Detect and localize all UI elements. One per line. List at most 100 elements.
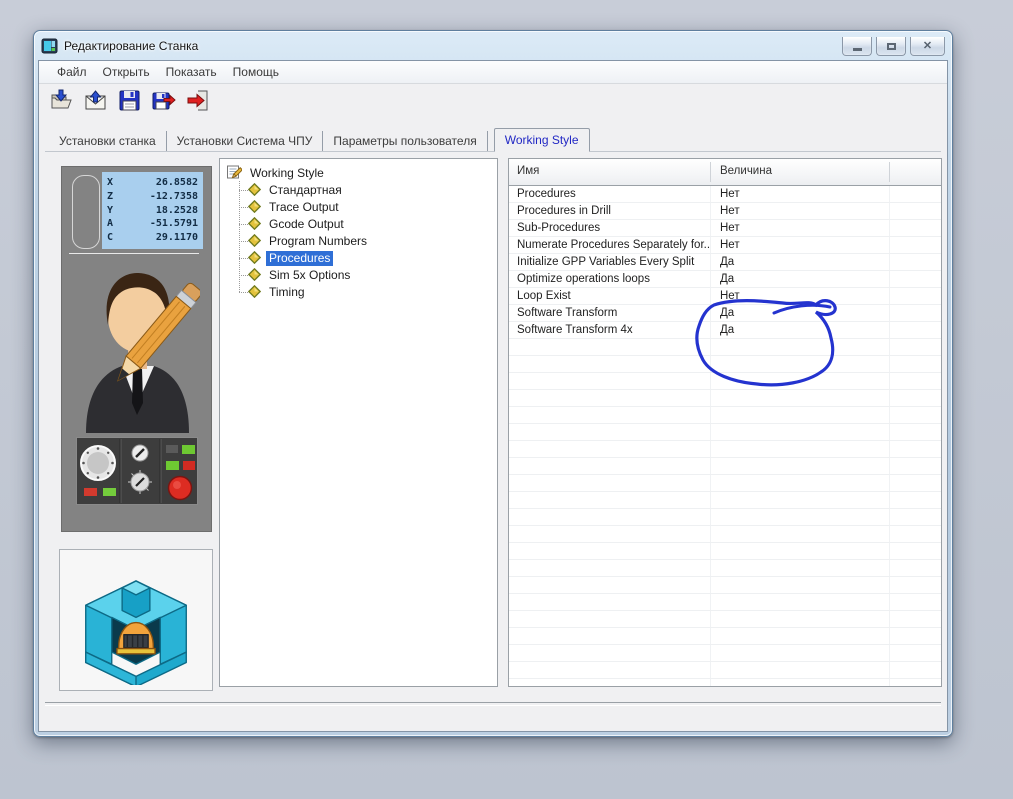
panel-separator <box>69 253 199 254</box>
table-row[interactable]: Software Transform Да <box>509 305 941 322</box>
dro-axis-value: 18.2528 <box>155 204 198 216</box>
table-cell-value: Нет <box>720 188 740 200</box>
table-row-empty <box>509 611 941 628</box>
table-cell-value: Нет <box>720 222 740 234</box>
diamond-icon <box>247 182 262 199</box>
table-cell-name <box>509 611 710 627</box>
table-row-empty <box>509 458 941 475</box>
table-cell-value <box>710 509 889 525</box>
column-divider[interactable] <box>710 162 711 182</box>
column-header-value[interactable]: Величина <box>720 165 772 177</box>
menu-item-open[interactable]: Открыть <box>95 63 158 81</box>
tree-item-label: Sim 5x Options <box>269 268 351 282</box>
minimize-button[interactable] <box>842 37 872 56</box>
table-row[interactable]: Loop Exist Нет <box>509 288 941 305</box>
table-row[interactable]: Sub-Procedures Нет <box>509 220 941 237</box>
tree-root-working-style[interactable]: Working Style <box>220 164 497 182</box>
table-cell-name: Numerate Procedures Separately for... <box>517 239 710 251</box>
table-cell-name <box>509 543 710 559</box>
minimize-icon <box>852 48 862 51</box>
exit-button[interactable] <box>184 87 211 114</box>
floppy-disk-icon <box>119 90 140 111</box>
tree-item-label: Timing <box>269 285 305 299</box>
tree-item-gcode-output[interactable]: Gcode Output <box>220 216 497 233</box>
table-cell-value <box>710 390 889 406</box>
load-from-file-button[interactable] <box>48 87 75 114</box>
table-cell-value <box>710 475 889 491</box>
tree-item-стандартная[interactable]: Стандартная <box>220 182 497 199</box>
table-row[interactable]: Software Transform 4x Да <box>509 322 941 339</box>
table-cell-value <box>710 594 889 610</box>
table-row-empty <box>509 577 941 594</box>
table-cell-value: Да <box>720 307 735 319</box>
dro-axis-letter: Z <box>107 190 114 202</box>
close-icon: ✕ <box>922 39 933 52</box>
maximize-button[interactable] <box>876 37 906 56</box>
tab-working-style[interactable]: Working Style <box>493 128 590 152</box>
dro-axis-value: 26.8582 <box>155 177 198 188</box>
tab-user-parameters[interactable]: Параметры пользователя <box>323 131 488 151</box>
table-cell-name <box>509 594 710 610</box>
diamond-icon <box>247 199 262 216</box>
tree-root-label: Working Style <box>250 165 324 180</box>
table-row-empty <box>509 662 941 679</box>
tree-item-timing[interactable]: Timing <box>220 284 497 301</box>
notepad-pencil-icon <box>226 164 244 183</box>
dialog-window: Редактирование Станка ✕ Файл Открыть Показ… <box>33 30 953 737</box>
tab-cnc-system-settings[interactable]: Установки Система ЧПУ <box>167 131 324 151</box>
table-cell-value: Да <box>720 256 735 268</box>
save-button[interactable] <box>116 87 143 114</box>
table-row-empty <box>509 543 941 560</box>
import-button[interactable] <box>82 87 109 114</box>
table-cell-name: Software Transform 4x <box>517 324 633 336</box>
toolbar <box>39 84 947 117</box>
table-row[interactable]: Numerate Procedures Separately for... Нет <box>509 237 941 254</box>
table-cell-value <box>710 373 889 389</box>
table-cell-name <box>509 509 710 525</box>
table-cell-name <box>509 339 710 355</box>
settings-tree-panel: Working Style Стандартная Trace Output Gcod… <box>219 158 498 687</box>
save-as-button[interactable] <box>150 87 177 114</box>
title-bar[interactable]: Редактирование Станка ✕ <box>34 31 952 60</box>
column-divider[interactable] <box>889 162 890 182</box>
tree-item-program-numbers[interactable]: Program Numbers <box>220 233 497 250</box>
table-row-empty <box>509 645 941 662</box>
column-header-name[interactable]: Имя <box>517 165 539 177</box>
tree-item-sim-5x-options[interactable]: Sim 5x Options <box>220 267 497 284</box>
menu-item-help[interactable]: Помощь <box>225 63 287 81</box>
tree-item-procedures[interactable]: Procedures <box>220 250 497 267</box>
close-button[interactable]: ✕ <box>910 37 945 56</box>
table-cell-value <box>710 645 889 661</box>
table-row[interactable]: Procedures in Drill Нет <box>509 203 941 220</box>
table-row-empty <box>509 390 941 407</box>
table-cell-name <box>509 373 710 389</box>
table-row[interactable]: Optimize operations loops Да <box>509 271 941 288</box>
table-row[interactable]: Procedures Нет <box>509 186 941 203</box>
table-row-empty <box>509 594 941 611</box>
menu-item-file[interactable]: Файл <box>49 63 95 81</box>
tree-item-trace-output[interactable]: Trace Output <box>220 199 497 216</box>
table-cell-value <box>710 577 889 593</box>
dro-capsule-shape <box>72 175 100 249</box>
tree-item-label: Program Numbers <box>269 234 368 248</box>
diamond-icon <box>247 216 262 233</box>
folder-open-down-arrow-icon <box>51 89 72 109</box>
table-body: Procedures Нет Procedures in Drill Нет Sub-P… <box>509 186 941 686</box>
operator-illustration <box>74 259 202 433</box>
table-cell-name <box>509 628 710 644</box>
table-cell-name <box>509 356 710 372</box>
table-row[interactable]: Initialize GPP Variables Every Split Да <box>509 254 941 271</box>
table-cell-name <box>509 577 710 593</box>
table-row-empty <box>509 407 941 424</box>
table-cell-value <box>710 611 889 627</box>
tab-machine-settings[interactable]: Установки станка <box>49 131 167 151</box>
menu-item-show[interactable]: Показать <box>158 63 225 81</box>
diamond-icon <box>247 250 262 267</box>
table-cell-name: Sub-Procedures <box>517 222 601 234</box>
table-cell-name <box>509 441 710 457</box>
table-cell-name: Optimize operations loops <box>517 273 650 285</box>
bottom-separator <box>45 702 941 706</box>
machine-preview-panel: X 26.8582 Z -12.7358 Y 18.2528 A -51.5791 C 29.11… <box>61 166 212 532</box>
table-cell-value <box>710 356 889 372</box>
tab-bar: Установки станка Установки Система ЧПУ Пар… <box>45 128 941 152</box>
